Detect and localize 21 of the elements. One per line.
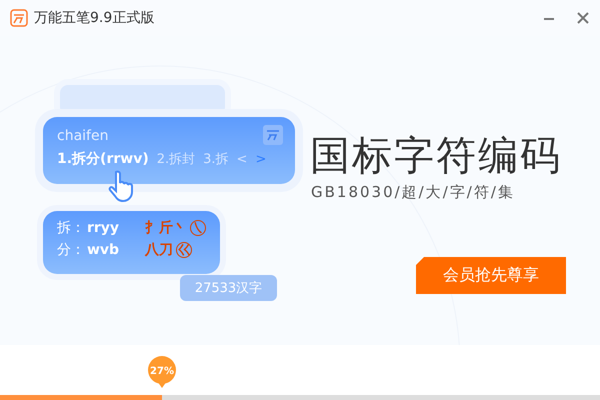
- candidate-item[interactable]: 2.拆封: [156, 150, 196, 168]
- character-label: 拆：: [57, 219, 86, 237]
- radical-text: 扌斤丶: [145, 219, 187, 237]
- window-title: 万能五笔9.9正式版: [34, 9, 156, 27]
- subtitle: GB18030/超/大/字/符/集: [311, 183, 515, 202]
- next-page-button[interactable]: >: [255, 152, 266, 166]
- candidate-item[interactable]: 3.拆: [203, 150, 229, 168]
- wubi-code: wvb: [87, 242, 120, 258]
- character-label: 分：: [57, 241, 86, 259]
- wubi-code: rryy: [87, 220, 120, 236]
- close-icon[interactable]: [576, 11, 590, 25]
- app-logo-icon: [10, 9, 28, 27]
- character-count-tag: 27533汉字: [180, 275, 277, 301]
- stroke-badge: 巜: [176, 242, 192, 258]
- headline: 国标字符编码: [310, 132, 562, 181]
- pinyin-text: chaifen: [57, 128, 108, 144]
- stroke-badge: ㇏: [190, 220, 206, 236]
- radical-text: 八刀: [145, 241, 173, 259]
- logo-icon: [263, 125, 283, 145]
- vip-button[interactable]: 会员抢先尊享: [416, 257, 566, 294]
- candidate-item[interactable]: 1.拆分(rrwv): [57, 150, 149, 168]
